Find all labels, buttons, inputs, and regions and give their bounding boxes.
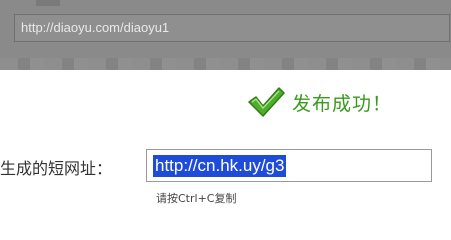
background-blurred-text <box>0 58 451 70</box>
short-url-value[interactable]: http://cn.hk.uy/g3 <box>153 155 287 177</box>
checkmark-icon <box>248 87 285 117</box>
background-tab-stub <box>36 0 60 6</box>
short-url-field[interactable]: http://cn.hk.uy/g3 <box>146 149 432 182</box>
copy-hint: 请按Ctrl+C复制 <box>156 192 237 205</box>
success-message-row: 发布成功！ <box>246 84 392 120</box>
success-message: 发布成功！ <box>292 92 393 115</box>
short-url-label: 生成的短网址： <box>0 159 113 178</box>
page-overlay-backdrop: http://diaoyu.com/diaoyu1 <box>0 0 451 70</box>
background-url-input: http://diaoyu.com/diaoyu1 <box>14 14 450 42</box>
